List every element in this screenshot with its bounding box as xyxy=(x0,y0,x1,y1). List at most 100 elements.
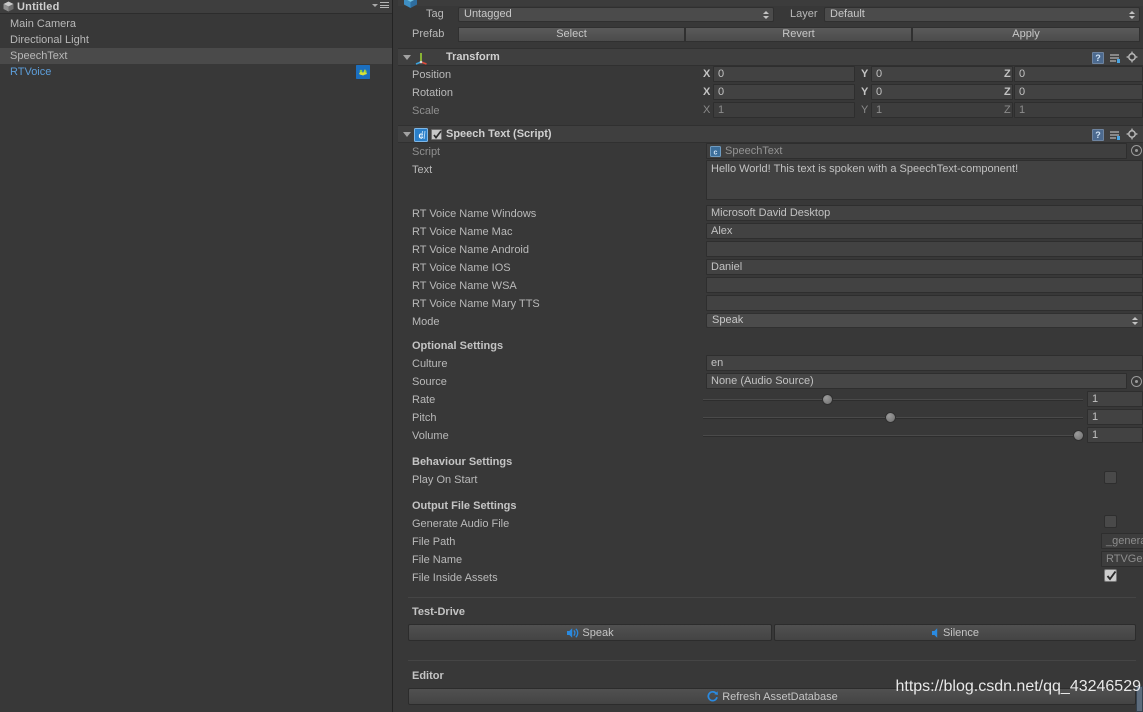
file-path-label: File Path xyxy=(412,536,456,548)
prefab-apply-button[interactable]: Apply xyxy=(912,27,1140,42)
position-label: Position xyxy=(412,69,452,81)
play-on-start-checkbox[interactable] xyxy=(1104,471,1117,484)
layer-dropdown[interactable]: Default xyxy=(824,7,1140,22)
source-row: Source None (Audio Source) xyxy=(398,373,1143,392)
file-name-input[interactable]: RTVGeneratedAudio xyxy=(1101,551,1143,567)
rotation-x-field[interactable]: 0 xyxy=(713,84,855,100)
generate-audio-file-checkbox[interactable] xyxy=(1104,515,1117,528)
cs-script-icon: c xyxy=(710,146,721,157)
prefab-select-button[interactable]: Select xyxy=(458,27,685,42)
chevron-updown-icon xyxy=(1132,317,1138,325)
file-inside-assets-checkbox[interactable] xyxy=(1104,569,1117,582)
scale-z-field[interactable]: 1 xyxy=(1014,102,1143,118)
rt-voice-name-wsa-label: RT Voice Name WSA xyxy=(412,280,517,292)
chevron-down-icon[interactable] xyxy=(372,3,378,7)
file-path-input[interactable]: _generatedAudio/ xyxy=(1101,533,1143,549)
speechtext-title: Speech Text (Script) xyxy=(446,128,552,140)
axis-x-label: X xyxy=(703,68,711,80)
volume-slider-handle[interactable] xyxy=(1073,430,1084,441)
script-label: Script xyxy=(412,146,441,158)
source-object-field[interactable]: None (Audio Source) xyxy=(706,373,1127,389)
preset-icon[interactable] xyxy=(1109,52,1121,64)
position-x-field[interactable]: 0 xyxy=(713,66,855,82)
unity-editor-window: Untitled Main Camera Directional Light S… xyxy=(0,0,1143,712)
script-object-field[interactable]: c SpeechText xyxy=(706,143,1127,159)
rt-voice-name-windows-input[interactable]: Microsoft David Desktop xyxy=(706,205,1143,221)
hierarchy-item-label: Directional Light xyxy=(10,34,89,46)
rate-slider-handle[interactable] xyxy=(822,394,833,405)
mode-row: Mode Speak xyxy=(398,313,1143,331)
hierarchy-header-controls[interactable] xyxy=(372,2,389,8)
volume-row: Volume 1 xyxy=(398,427,1143,446)
rotation-z-field[interactable]: 0 xyxy=(1014,84,1143,100)
speak-button[interactable]: Speak xyxy=(408,624,772,641)
axis-x-label: X xyxy=(703,86,711,98)
file-name-row: File Name RTVGeneratedAudio xyxy=(398,551,1143,570)
hamburger-menu-icon[interactable] xyxy=(380,2,389,8)
pitch-row: Pitch 1 xyxy=(398,409,1143,428)
transform-header-controls[interactable]: ? xyxy=(1092,51,1139,64)
hierarchy-item-rtvoice[interactable]: RTVoice xyxy=(0,64,392,80)
test-drive-separator xyxy=(408,597,1136,598)
gear-icon[interactable] xyxy=(1126,51,1139,64)
hierarchy-item-speechtext[interactable]: SpeechText xyxy=(0,48,392,64)
transform-component-header[interactable]: Transform ? xyxy=(398,48,1143,66)
script-value: SpeechText xyxy=(725,145,783,157)
scale-y-field[interactable]: 1 xyxy=(871,102,1013,118)
mode-dropdown[interactable]: Speak xyxy=(706,313,1143,328)
rt-voice-name-ios-input[interactable]: Daniel xyxy=(706,259,1143,275)
object-picker-icon[interactable] xyxy=(1131,376,1142,387)
rate-value-field[interactable]: 1 xyxy=(1087,391,1143,407)
tag-dropdown[interactable]: Untagged xyxy=(458,7,774,22)
rt-voice-name-windows-row: RT Voice Name Windows Microsoft David De… xyxy=(398,205,1143,223)
speechtext-enabled-checkbox[interactable] xyxy=(431,129,442,140)
prefab-revert-button[interactable]: Revert xyxy=(685,27,912,42)
file-inside-assets-label: File Inside Assets xyxy=(412,572,498,584)
position-z-field[interactable]: 0 xyxy=(1014,66,1143,82)
rotation-y-field[interactable]: 0 xyxy=(871,84,1013,100)
chevron-updown-icon xyxy=(763,11,769,19)
foldout-triangle-icon[interactable] xyxy=(403,55,411,60)
rt-voice-name-wsa-input[interactable] xyxy=(706,277,1143,293)
rt-voice-name-mac-input[interactable]: Alex xyxy=(706,223,1143,239)
output-file-settings-header-row: Output File Settings xyxy=(398,498,1143,516)
axis-z-label: Z xyxy=(1004,68,1011,80)
volume-value-field[interactable]: 1 xyxy=(1087,427,1143,443)
hierarchy-item-label: RTVoice xyxy=(10,66,52,78)
transform-rotation-row: Rotation X 0 Y 0 Z 0 xyxy=(398,84,1143,102)
rt-voice-name-mac-label: RT Voice Name Mac xyxy=(412,226,513,238)
rt-voice-name-android-input[interactable] xyxy=(706,241,1143,257)
hierarchy-panel: Untitled Main Camera Directional Light S… xyxy=(0,0,393,712)
object-picker-icon[interactable] xyxy=(1131,145,1142,156)
rt-voice-name-ios-label: RT Voice Name IOS xyxy=(412,262,511,274)
foldout-triangle-icon[interactable] xyxy=(403,132,411,137)
layer-value: Default xyxy=(830,8,865,20)
preset-icon[interactable] xyxy=(1109,129,1121,141)
help-icon[interactable]: ? xyxy=(1092,51,1104,64)
rt-voice-name-marytts-input[interactable] xyxy=(706,295,1143,311)
rt-voice-name-wsa-row: RT Voice Name WSA xyxy=(398,277,1143,295)
text-input[interactable]: Hello World! This text is spoken with a … xyxy=(706,160,1143,200)
pitch-slider-handle[interactable] xyxy=(885,412,896,423)
cs-script-icon: c xyxy=(414,128,428,142)
help-icon[interactable]: ? xyxy=(1092,128,1104,141)
speechtext-component-header[interactable]: c Speech Text (Script) ? xyxy=(398,125,1143,143)
scale-x-field[interactable]: 1 xyxy=(713,102,855,118)
speechtext-header-controls[interactable]: ? xyxy=(1092,128,1139,141)
test-drive-header: Test-Drive xyxy=(412,606,465,618)
prefab-label: Prefab xyxy=(412,28,445,40)
pitch-value-field[interactable]: 1 xyxy=(1087,409,1143,425)
gear-icon[interactable] xyxy=(1126,128,1139,141)
hierarchy-item-directional-light[interactable]: Directional Light xyxy=(0,32,392,48)
rate-slider-track[interactable] xyxy=(703,399,1083,401)
rate-label: Rate xyxy=(412,394,436,406)
volume-slider-track[interactable] xyxy=(703,435,1083,437)
mode-value: Speak xyxy=(712,314,744,326)
culture-input[interactable]: en xyxy=(706,355,1143,371)
position-y-field[interactable]: 0 xyxy=(871,66,1013,82)
axis-y-label: Y xyxy=(861,68,869,80)
file-name-label: File Name xyxy=(412,554,463,566)
silence-button[interactable]: Silence xyxy=(774,624,1136,641)
speaker-on-icon xyxy=(566,627,579,639)
hierarchy-item-main-camera[interactable]: Main Camera xyxy=(0,16,392,32)
